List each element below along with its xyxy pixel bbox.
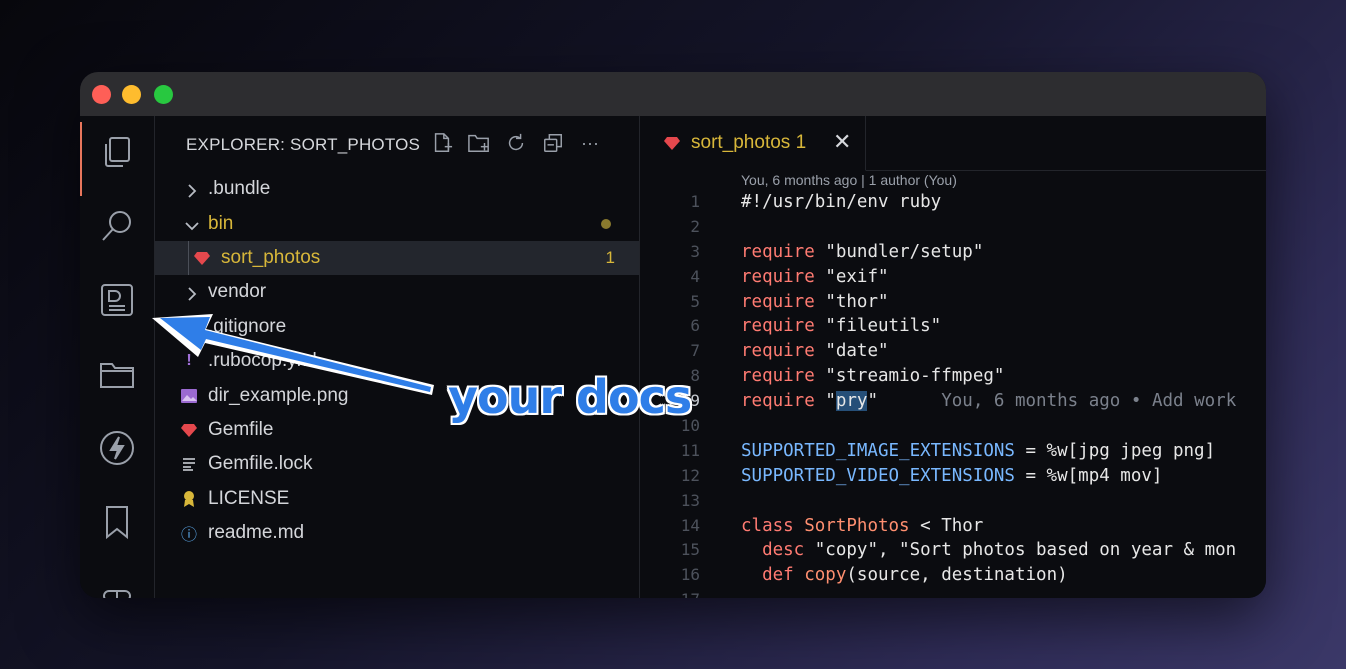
yaml-icon: !	[186, 352, 192, 370]
extensions-icon[interactable]	[80, 566, 154, 598]
activity-bar	[80, 116, 155, 598]
close-tab-button[interactable]: ✕	[833, 131, 851, 153]
new-file-icon[interactable]	[430, 131, 454, 155]
folder-icon[interactable]	[80, 344, 154, 404]
chevron-right-icon	[185, 182, 199, 198]
minimize-window-button[interactable]	[122, 85, 141, 104]
new-folder-icon[interactable]	[467, 131, 491, 155]
modified-dot	[601, 218, 611, 229]
chevron-down-icon	[185, 217, 199, 231]
files-icon[interactable]	[80, 122, 154, 196]
current-line[interactable]: 9 require "pry" You, 6 months ago • Add w…	[640, 389, 1266, 414]
refresh-icon[interactable]	[504, 131, 528, 155]
tab-bar: sort_photos 1 ✕	[640, 116, 1266, 171]
codelens-blame[interactable]: You, 6 months ago | 1 author (You)	[741, 172, 957, 188]
explorer-title: EXPLORER: SORT_PHOTOS	[186, 135, 421, 154]
tree-item-readme[interactable]: ⓘ readme.md	[155, 516, 639, 550]
ruby-icon	[664, 137, 680, 150]
inline-blame: You, 6 months ago • Add work	[941, 391, 1237, 412]
explorer-header: EXPLORER: SORT_PHOTOS ···	[155, 116, 639, 172]
explorer-sidebar: EXPLORER: SORT_PHOTOS ··· .bundle bin so…	[155, 116, 640, 598]
tree-item-license[interactable]: LICENSE	[155, 482, 639, 516]
file-tree: .bundle bin sort_photos 1 vendor .gitign…	[155, 172, 639, 550]
chevron-right-icon	[185, 285, 199, 301]
tree-item-sort-photos[interactable]: sort_photos 1	[155, 240, 639, 276]
annotation-label: your docs	[448, 370, 692, 424]
lines-icon	[180, 455, 198, 473]
license-icon	[180, 490, 198, 508]
more-icon[interactable]: ···	[578, 131, 602, 155]
tree-item-vendor[interactable]: vendor	[155, 275, 639, 309]
problem-count: 1	[605, 247, 615, 267]
tab-sort-photos[interactable]: sort_photos 1 ✕	[640, 116, 866, 171]
ruby-icon	[193, 249, 211, 267]
ruby-icon	[180, 421, 198, 439]
editor-pane: sort_photos 1 ✕ You, 6 months ago | 1 au…	[640, 116, 1266, 598]
code-area[interactable]: 1 #!/usr/bin/env ruby 2 3 require "bundler…	[640, 190, 1266, 598]
search-icon[interactable]	[80, 196, 154, 256]
tree-item-bin[interactable]: bin	[155, 206, 639, 240]
collapse-icon[interactable]	[541, 131, 565, 155]
image-icon	[180, 387, 198, 405]
close-window-button[interactable]	[92, 85, 111, 104]
tree-item-gemfile-lock[interactable]: Gemfile.lock	[155, 447, 639, 481]
tree-item-bundle[interactable]: .bundle	[155, 172, 639, 206]
docs-icon[interactable]	[80, 270, 154, 330]
title-bar	[80, 72, 1266, 116]
lightning-icon[interactable]	[80, 418, 154, 478]
info-icon: ⓘ	[180, 527, 197, 545]
maximize-window-button[interactable]	[154, 85, 173, 104]
bookmark-icon[interactable]	[80, 492, 154, 552]
editor-window: EXPLORER: SORT_PHOTOS ··· .bundle bin so…	[80, 72, 1266, 598]
selection: pry	[835, 391, 868, 412]
tree-item-gitignore[interactable]: .gitignore	[155, 310, 639, 344]
